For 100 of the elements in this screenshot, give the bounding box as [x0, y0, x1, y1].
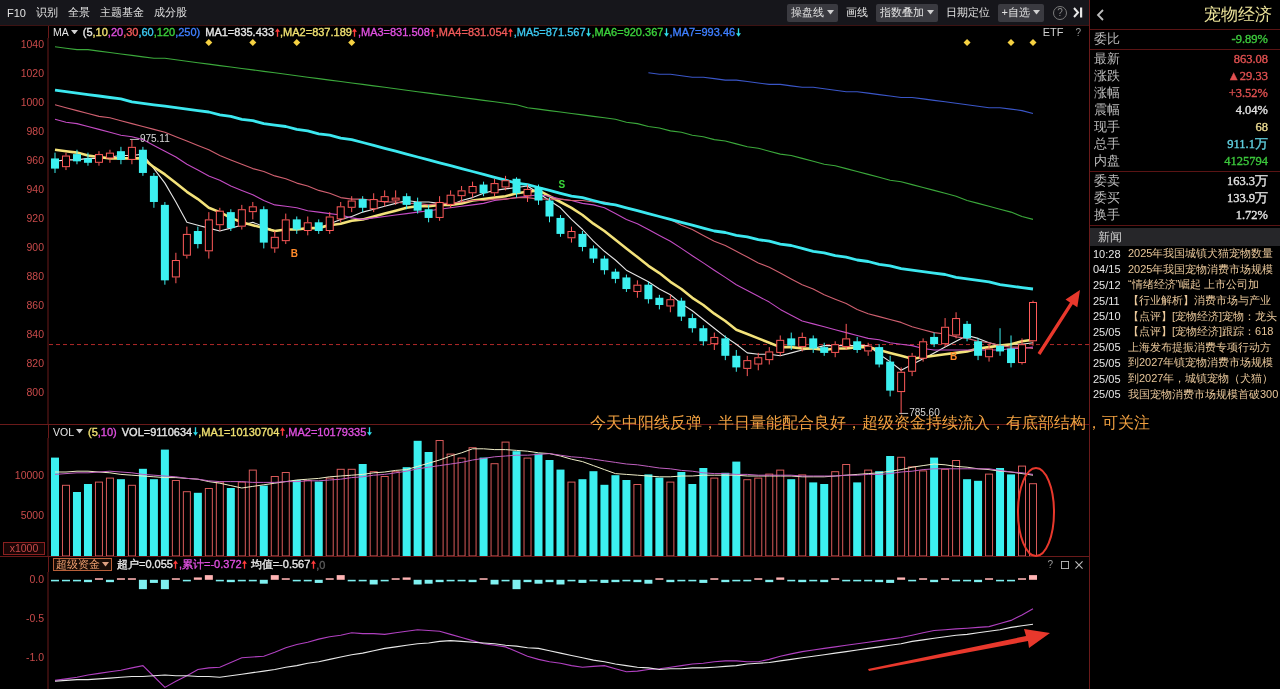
indicator-value: MA1=835.433 [205, 26, 275, 38]
candlestick [336, 201, 345, 223]
volume-bar [204, 488, 213, 556]
news-item[interactable]: 25/05 上海发布提振消费专项行动方 [1090, 339, 1280, 356]
caret-icon [70, 29, 78, 35]
axis-label: 5000 [20, 508, 44, 521]
fund-bar [380, 579, 389, 582]
candlestick [1018, 337, 1026, 365]
quote-value: 4.04% [1235, 103, 1268, 118]
toolbar-button[interactable]: 画线 [841, 3, 872, 22]
candlestick [259, 205, 268, 249]
indicator-dropdown[interactable]: VOL [53, 425, 83, 438]
candlestick [468, 181, 477, 199]
indicator-value: 均值=-0.567 [249, 557, 311, 572]
candlestick [94, 150, 103, 167]
indicator-value: ,MA6=920.367 [591, 26, 664, 38]
fund-bar [996, 579, 1005, 582]
fund-bar [688, 579, 697, 582]
fund-bar [73, 579, 81, 582]
news-item[interactable]: 25/12 “情绪经济”崛起 上市公司加 [1090, 277, 1280, 293]
fund-bar [556, 579, 565, 585]
indicator-value: ,MA7=993.46 [669, 26, 736, 38]
toolbar-button[interactable]: 识别 [31, 3, 62, 22]
help-button[interactable]: ? [1047, 559, 1053, 570]
fund-bar [1007, 579, 1015, 582]
fund-bar [51, 579, 59, 582]
candlestick [710, 332, 719, 351]
candlestick [908, 352, 917, 377]
axis-label: -1.0 [25, 650, 44, 663]
quote-value: 163.3万 [1226, 173, 1268, 190]
collapse-icon[interactable] [1073, 7, 1083, 18]
axis-label: -0.5 [25, 611, 44, 624]
volume-bar [820, 484, 829, 556]
fund-bar [160, 579, 169, 590]
help-button[interactable]: ? [1075, 26, 1081, 38]
candlestick [600, 255, 609, 276]
toolbar-dropdown[interactable]: 指数叠加 [875, 3, 938, 22]
candlestick [798, 332, 807, 352]
fund-bar [644, 579, 653, 584]
candlestick [787, 332, 796, 351]
axis-label: 1020 [20, 67, 44, 80]
maximize-icon[interactable] [1061, 560, 1069, 569]
fund-bar [633, 579, 642, 583]
candlestick [556, 214, 565, 238]
axis-label: 980 [26, 125, 44, 138]
axis-label: 10000 [14, 468, 44, 481]
news-item[interactable]: 25/05 【点评】[宠物经济]跟踪：618 [1090, 323, 1280, 340]
toolbar-dropdown[interactable]: 操盘线 [786, 3, 838, 22]
indicator-dropdown[interactable]: MA [53, 26, 78, 38]
news-item[interactable]: 10:28 2025年我国城镇犬猫宠物数量 [1090, 246, 1280, 262]
candlestick [479, 181, 488, 197]
fund-bar [567, 579, 576, 582]
candlestick [930, 332, 939, 348]
candlestick [83, 152, 92, 167]
toolbar-button[interactable]: 全景 [63, 3, 94, 22]
fund-bar [358, 579, 367, 582]
back-icon[interactable] [1096, 8, 1104, 21]
candlestick [127, 138, 136, 165]
fund-bar [149, 579, 158, 583]
fund-bar [402, 577, 411, 580]
quote-value: 911.1万 [1227, 136, 1268, 153]
news-header: 新闻 [1090, 228, 1280, 246]
quote-label: 委卖 [1094, 173, 1120, 190]
fund-bar [259, 579, 268, 584]
toolbar-button[interactable]: 主题基金 [95, 3, 148, 22]
fund-bar [446, 579, 455, 582]
quote-label: 涨跌 [1094, 68, 1120, 85]
news-item[interactable]: 04/15 2025年我国宠物消费市场规模 [1090, 261, 1280, 278]
news-item[interactable]: 25/10 【点评】[宠物经济]宠物：龙头 [1090, 308, 1280, 324]
quote-value: 863.08 [1233, 52, 1268, 67]
fund-bar [248, 579, 257, 582]
candlestick [215, 207, 224, 232]
volume-bar [127, 484, 136, 556]
indicator-param: ,120 [153, 26, 176, 38]
candlestick [655, 294, 664, 310]
toolbar-button[interactable]: 成分股 [149, 3, 191, 22]
fund-bar [347, 579, 356, 582]
annotation: 975.11 [139, 133, 171, 145]
indicator-dropdown[interactable]: 超级资金 [53, 558, 112, 571]
news-item[interactable]: 25/05 到2027年镇宠物消费市场规模 [1090, 355, 1280, 371]
fund-bar [292, 579, 301, 582]
news-item[interactable]: 25/05 我国宠物消费市场规模首破300 [1090, 386, 1280, 402]
candlestick [413, 197, 422, 215]
toolbar-dropdown[interactable]: +自选 [997, 3, 1044, 22]
candlestick [809, 335, 818, 354]
indicator-param: ,10 [92, 26, 108, 38]
candlestick [490, 178, 499, 197]
news-item[interactable]: 25/11 【行业解析】消费市场与产业 [1090, 292, 1280, 309]
toolbar-button[interactable]: F10 [3, 3, 30, 22]
fund-bar [842, 579, 851, 582]
candlestick [391, 189, 400, 206]
fund-bar [468, 579, 477, 583]
toolbar-button[interactable]: 日期定位 [941, 3, 994, 22]
news-item[interactable]: 25/05 到2027年，城镇宠物（犬猫） [1090, 370, 1280, 387]
fund-bar [501, 579, 510, 582]
quote-value: 68 [1255, 120, 1268, 135]
close-icon[interactable] [1075, 560, 1083, 569]
candlestick [446, 189, 455, 209]
diamond-icon [205, 39, 213, 46]
axis-label: 0.0 [29, 572, 44, 585]
